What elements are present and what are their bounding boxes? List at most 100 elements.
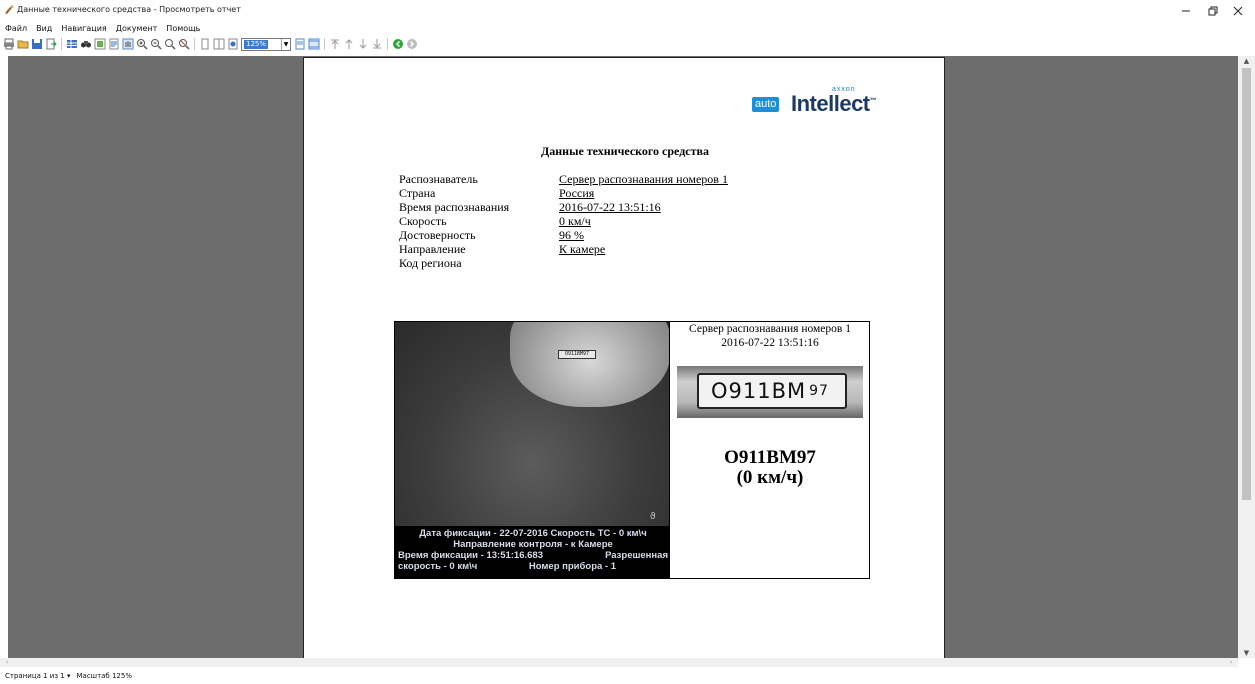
field-region-code: Код региона [399,256,462,270]
arrow-down-icon [359,39,366,49]
thumbnails-icon [94,38,105,50]
scroll-right-icon[interactable]: › [1226,658,1236,667]
menu-document[interactable]: Документ [116,24,158,33]
car-plate: O911BM97 [558,350,596,359]
zoom-indicator: Масштаб 125% [76,672,132,680]
close-button[interactable] [1221,0,1255,22]
parameters-button[interactable] [65,38,78,51]
page-setup-icon [109,38,118,50]
status-bar: Страница 1 из 1 ▾ Масштаб 125% [0,668,1255,684]
hand-tool-button[interactable] [121,38,134,51]
last-page-icon [372,39,381,49]
table-icon [66,40,77,48]
menu-navigation[interactable]: Навигация [61,24,106,33]
menu-file[interactable]: Файл [5,24,27,33]
zoom-page-button[interactable] [177,38,190,51]
plate-crop-image: O911BM 97 [677,366,863,418]
save-button[interactable] [30,38,43,51]
toolbar-separator [387,38,388,50]
zoom-button[interactable] [163,38,176,51]
capture-divider [669,322,670,578]
capture-timestamp: 2016-07-22 13:51:16 [721,337,819,349]
multi-page-button[interactable] [212,38,225,51]
multi-page-icon [213,38,224,50]
editor-icon [295,38,304,50]
header-footer-button[interactable] [307,38,320,51]
plate-crop: O911BM 97 [697,373,847,409]
title-bar: Данные технического средства - Просмотре… [0,0,1255,22]
capture-block: O911BM97 ϑ Дата фиксации - 22-07-2016 Ск… [394,321,870,579]
app-icon [5,5,14,14]
arrow-up-icon [345,39,352,49]
next-page-button[interactable] [356,38,369,51]
page-setup-button[interactable] [107,38,120,51]
menu-bar: Файл Вид Навигация Документ Помощь [0,22,1255,34]
vertical-scrollbar[interactable]: ▲ ▼ [1238,56,1255,658]
find-button[interactable] [79,38,92,51]
back-icon [392,39,403,49]
axxon-intellect-logo: axxon auto Intellect™ [752,86,877,122]
zoom-in-icon [136,39,148,50]
zoom-out-button[interactable] [149,38,162,51]
report-page: axxon auto Intellect™ Данные техническог… [303,57,945,658]
field-speed: Скорость 0 км/ч [399,214,591,228]
plate-number-result: O911BM97 (0 км/ч) [724,447,816,488]
toolbar-separator [61,38,62,50]
scroll-down-icon[interactable]: ▼ [1238,648,1255,658]
back-button[interactable] [391,38,404,51]
toolbar: 125% ▼ [0,34,1255,54]
page-indicator[interactable]: Страница 1 из 1 ▾ [5,672,70,680]
watermark-icon [228,38,237,50]
minimize-icon [1182,10,1190,12]
close-icon [1233,6,1243,16]
export-button[interactable] [44,38,57,51]
print-icon [3,38,14,50]
folder-icon [17,40,28,49]
first-page-button[interactable] [328,38,341,51]
scroll-left-icon[interactable]: ‹ [2,658,12,667]
export-icon [46,38,57,50]
single-page-icon [201,38,208,50]
header-footer-icon [308,38,319,50]
field-country: Страна Россия [399,186,595,200]
magnifier-icon [164,39,176,50]
toolbar-separator [324,38,325,50]
server-name: Сервер распознавания номеров 1 [689,323,851,335]
zoom-in-button[interactable] [135,38,148,51]
zoom-page-icon [178,39,190,50]
open-button[interactable] [16,38,29,51]
zoom-value: 125% [244,39,269,49]
forward-button[interactable] [405,38,418,51]
camera-watermark-icon: ϑ [650,512,656,522]
print-button[interactable] [2,38,15,51]
toolbar-separator [194,38,195,50]
scroll-up-icon[interactable]: ▲ [1238,56,1255,66]
save-icon [31,39,42,49]
field-recognizer: Распознаватель Сервер распознавания номе… [399,172,728,186]
watermark-button[interactable] [226,38,239,51]
previous-page-button[interactable] [342,38,355,51]
report-fields: Распознаватель Сервер распознавания номе… [399,172,728,270]
recognition-result: Сервер распознавания номеров 1 2016-07-2… [671,322,869,578]
forward-icon [406,39,417,49]
menu-help[interactable]: Помощь [166,24,200,33]
field-confidence: Достоверность 96 % [399,228,584,242]
thumbnails-button[interactable] [93,38,106,51]
field-direction: Направление К камере [399,242,606,256]
first-page-icon [330,39,339,49]
editor-button[interactable] [293,38,306,51]
chevron-down-icon[interactable]: ▼ [281,38,290,50]
zoom-out-icon [150,39,162,50]
single-page-button[interactable] [198,38,211,51]
menu-view[interactable]: Вид [36,24,52,33]
window-title: Данные технического средства - Просмотре… [17,5,241,14]
horizontal-scrollbar[interactable]: ‹ › [0,658,1238,667]
scroll-thumb[interactable] [1242,68,1251,500]
camera-caption: Дата фиксации - 22-07-2016 Скорость ТС -… [398,528,668,572]
report-heading: Данные технического средства [541,144,709,158]
zoom-select[interactable]: 125% ▼ [241,37,291,51]
hand-icon [122,38,133,50]
last-page-button[interactable] [370,38,383,51]
preview-workspace[interactable]: axxon auto Intellect™ Данные техническог… [8,56,1238,658]
camera-frame: O911BM97 ϑ Дата фиксации - 22-07-2016 Ск… [395,322,670,578]
